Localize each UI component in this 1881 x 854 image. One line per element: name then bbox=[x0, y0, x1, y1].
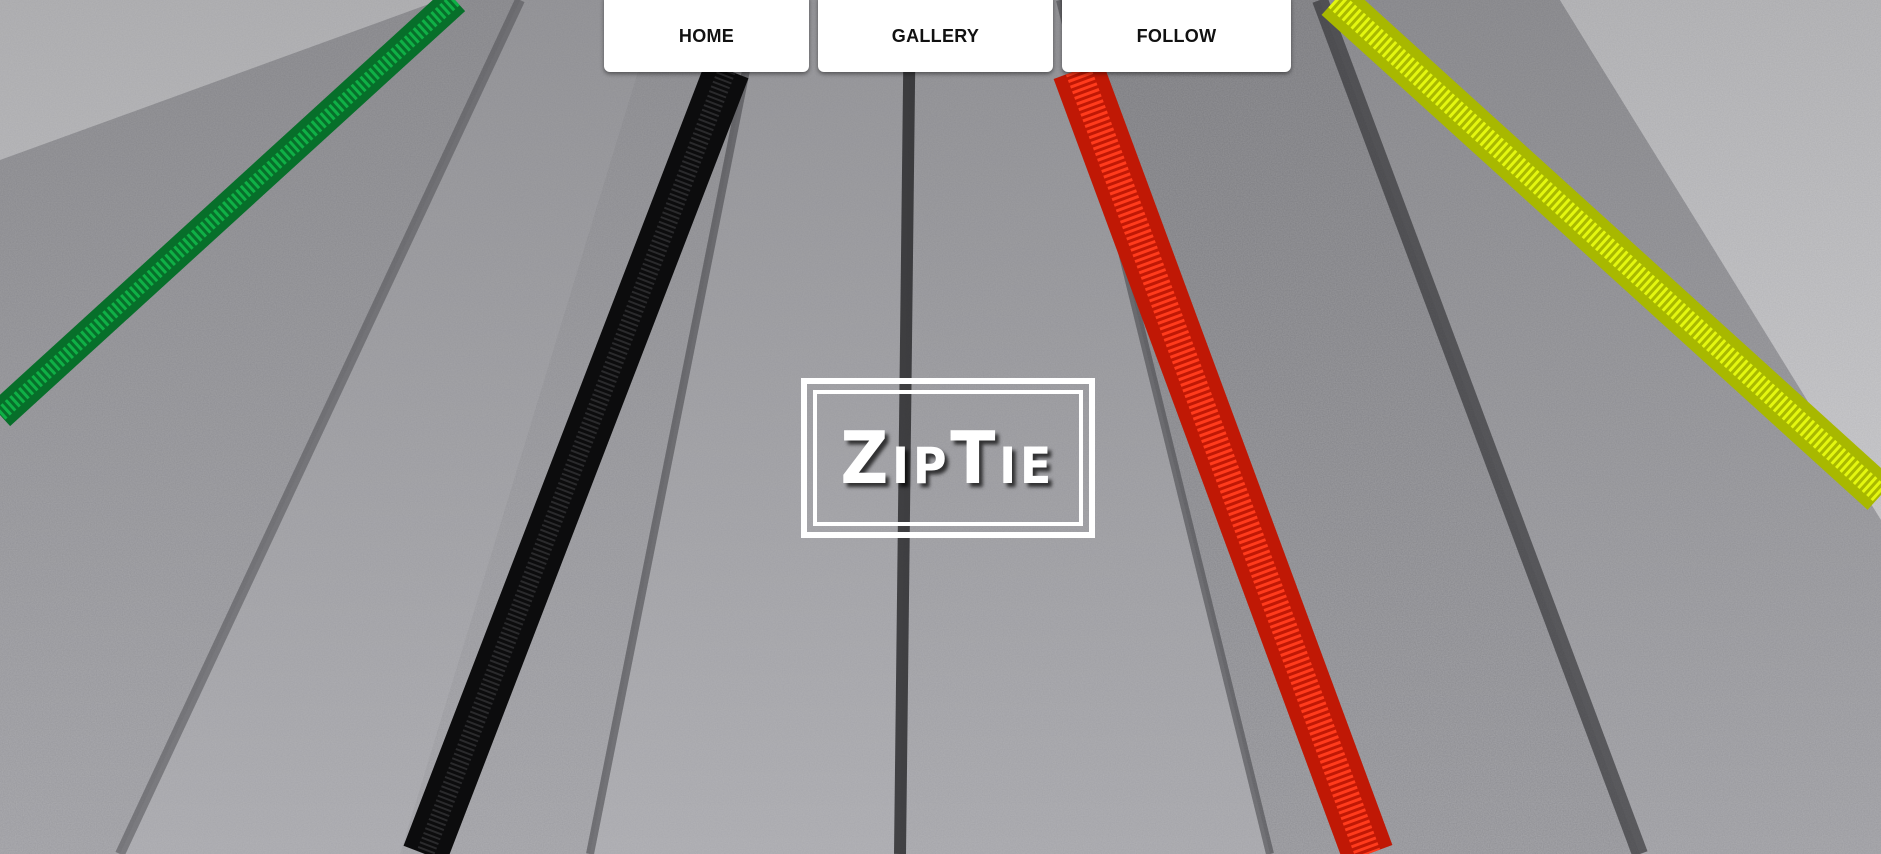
logo-text: ZipTie bbox=[840, 416, 1056, 500]
ziptie-logo: ZipTie bbox=[801, 378, 1095, 538]
nav-home-button[interactable]: HOME bbox=[604, 0, 809, 72]
nav-gallery-button[interactable]: GALLERY bbox=[818, 0, 1053, 72]
top-navigation: HOME GALLERY FOLLOW bbox=[0, 0, 1881, 74]
hero-section: HOME GALLERY FOLLOW ZipTie bbox=[0, 0, 1881, 854]
nav-follow-button[interactable]: FOLLOW bbox=[1062, 0, 1291, 72]
